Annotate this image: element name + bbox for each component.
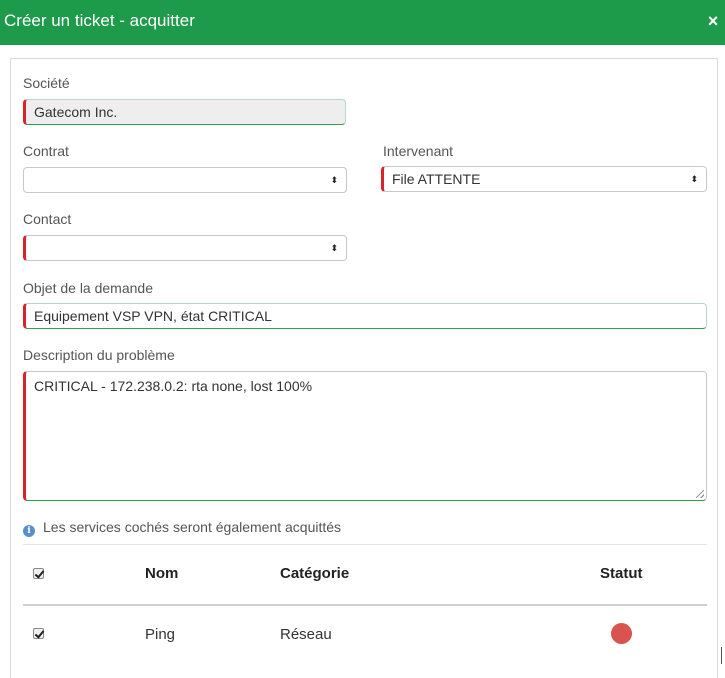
select-all-checkbox[interactable] [33, 568, 44, 579]
contact-label: Contact [23, 211, 72, 227]
dialog-titlebar: Créer un ticket - acquitter × [0, 0, 725, 45]
objet-value: Equipement VSP VPN, état CRITICAL [34, 308, 272, 324]
column-header-statut[interactable]: Statut [600, 565, 643, 583]
acknowledge-info: i Les services cochés seront également ac… [23, 519, 341, 537]
acknowledge-info-text: Les services cochés seront également acq… [43, 519, 342, 535]
objet-input[interactable]: Equipement VSP VPN, état CRITICAL [23, 303, 707, 329]
column-header-categorie[interactable]: Catégorie [280, 565, 349, 583]
contrat-label: Contrat [23, 143, 69, 159]
chevron-updown-icon: ⬍ [330, 243, 338, 253]
societe-value: Gatecom Inc. [34, 104, 118, 120]
contrat-select[interactable]: ⬍ [23, 167, 347, 193]
divider [23, 544, 707, 545]
service-name: Ping [145, 626, 176, 643]
close-icon[interactable]: × [705, 12, 721, 30]
chevron-updown-icon: ⬍ [690, 174, 698, 184]
description-textarea[interactable]: CRITICAL - 172.238.0.2: rta none, lost 1… [23, 371, 707, 501]
column-header-nom[interactable]: Nom [145, 565, 178, 583]
societe-label: Société [23, 75, 70, 91]
scrollbar-edge [721, 647, 722, 664]
objet-label: Objet de la demande [23, 280, 153, 296]
table-header-divider [23, 604, 707, 606]
intervenant-select[interactable]: File ATTENTE ⬍ [381, 166, 707, 192]
resize-grip-icon[interactable] [696, 490, 704, 498]
dialog-title: Créer un ticket - acquitter [4, 11, 195, 30]
chevron-updown-icon: ⬍ [330, 175, 338, 185]
info-icon: i [23, 525, 35, 537]
row-checkbox[interactable] [33, 628, 44, 639]
contact-select[interactable]: ⬍ [23, 235, 347, 261]
description-label: Description du problème [23, 347, 175, 363]
intervenant-value: File ATTENTE [392, 171, 481, 187]
societe-field[interactable]: Gatecom Inc. [23, 99, 346, 125]
description-value: CRITICAL - 172.238.0.2: rta none, lost 1… [34, 378, 313, 394]
intervenant-label: Intervenant [383, 143, 454, 159]
service-category: Réseau [280, 626, 332, 643]
ticket-form-panel: Société Gatecom Inc. Contrat ⬍ Intervena… [10, 58, 718, 678]
status-critical-dot [611, 623, 632, 644]
